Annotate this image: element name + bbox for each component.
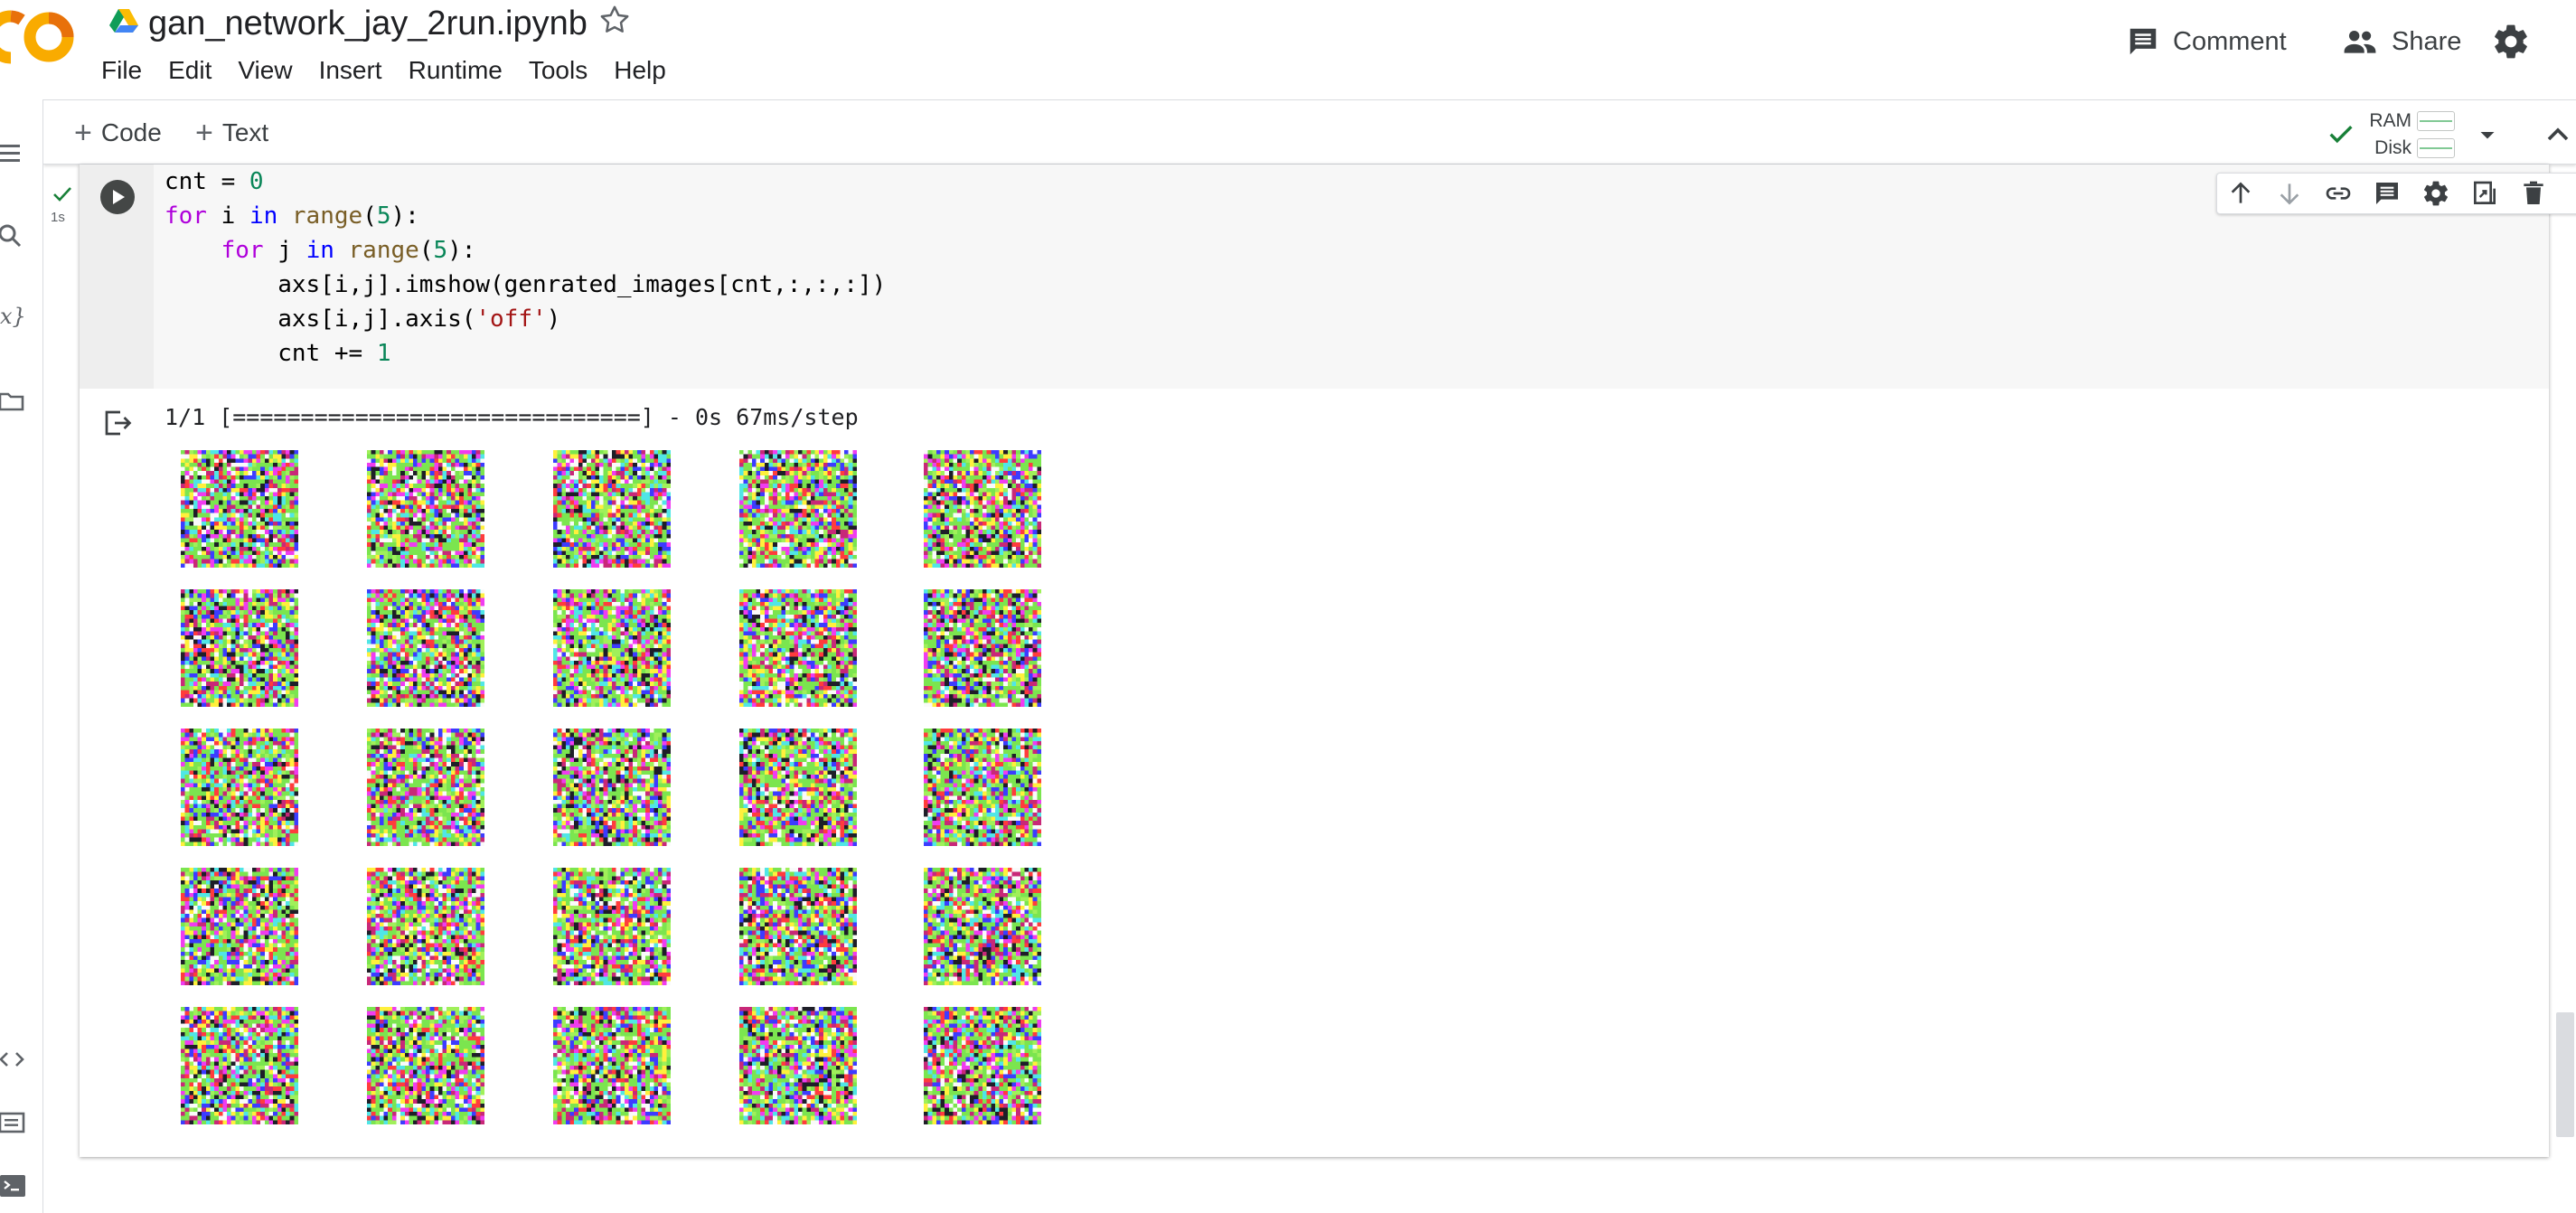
mirror-cell-icon[interactable] [2470,179,2499,208]
link-icon[interactable] [2324,179,2353,208]
generated-image [367,589,484,707]
resource-labels[interactable]: RAM Disk [2364,108,2411,162]
generated-image [924,450,1041,568]
generated-image [739,1007,857,1124]
notebook-toolbar: + Code + Text RAM Disk [43,99,2576,165]
cell-output: 1/1 [==============================] - 0… [80,389,2549,1157]
comment-button[interactable]: Comment [2126,20,2287,63]
generated-image [553,589,671,707]
checkmark-icon [53,187,71,202]
more-vert-icon[interactable] [2568,179,2576,208]
comment-label: Comment [2173,26,2287,56]
add-text-button[interactable]: + Text [195,115,268,151]
table-of-contents-icon[interactable] [0,137,27,170]
run-cell-icon[interactable] [98,177,137,217]
generated-image [181,868,298,985]
svg-text:x}: x} [0,304,26,329]
generated-image [181,450,298,568]
gear-icon[interactable] [2491,22,2531,61]
ram-label: RAM [2369,110,2411,131]
chevron-up-icon[interactable] [2540,117,2576,153]
generated-image [924,729,1041,846]
generated-image [367,868,484,985]
share-button[interactable]: Share [2341,20,2461,63]
menu-help[interactable]: Help [614,54,666,87]
comment-icon[interactable] [2373,179,2402,208]
google-drive-icon[interactable] [108,7,139,34]
add-code-label: Code [100,118,162,146]
output-actions-icon[interactable] [101,407,134,439]
command-palette-icon[interactable] [0,1106,27,1139]
chevron-down-icon[interactable] [2471,118,2504,151]
disk-label: Disk [2374,137,2411,158]
menu-bar: File Edit View Insert Runtime Tools Help [101,54,692,87]
menu-edit[interactable]: Edit [168,54,212,87]
folder-icon[interactable] [0,385,27,418]
generated-image [553,1007,671,1124]
plus-icon: + [74,115,92,150]
execution-time: 1s [51,210,65,225]
generated-image-grid [181,450,1045,1137]
variables-icon[interactable]: x} [0,300,27,333]
code-line: axs[i,j].axis('off') [165,306,561,333]
menu-tools[interactable]: Tools [529,54,588,87]
ram-meter [2417,111,2455,131]
generated-image [739,589,857,707]
generated-image [924,1007,1041,1124]
cell-toolbar [2216,173,2576,214]
people-icon [2344,30,2376,53]
gear-icon[interactable] [2421,179,2450,208]
notebook-title[interactable]: gan_network_jay_2run.ipynb [148,2,588,45]
share-label: Share [2392,26,2462,56]
colab-logo-icon[interactable] [0,9,78,65]
add-text-label: Text [221,118,269,146]
menu-insert[interactable]: Insert [319,54,382,87]
menu-runtime[interactable]: Runtime [409,54,503,87]
left-sidebar: x} [0,99,43,1213]
generated-image [367,729,484,846]
generated-image [924,868,1041,985]
code-line: cnt = 0 [165,168,264,195]
output-stdout: 1/1 [==============================] - 0… [165,404,859,430]
generated-image [181,1007,298,1124]
generated-image [924,589,1041,707]
code-cell[interactable]: 1s cnt = 0 for i in range(5): for j in r… [51,165,2576,1157]
code-snippets-icon[interactable] [0,1043,27,1076]
star-icon[interactable] [597,2,633,38]
app-header: gan_network_jay_2run.ipynb File Edit Vie… [0,0,2576,99]
comment-icon [2129,28,2157,55]
delete-icon[interactable] [2519,179,2548,208]
cell-gutter [80,165,154,389]
generated-image [739,868,857,985]
generated-image [181,729,298,846]
code-text[interactable]: cnt = 0 for i in range(5): for j in rang… [165,165,886,371]
code-line: for j in range(5): [221,237,476,264]
generated-image [367,1007,484,1124]
generated-image [739,450,857,568]
generated-image [739,729,857,846]
generated-image [367,450,484,568]
menu-view[interactable]: View [238,54,292,87]
generated-image [553,450,671,568]
search-icon[interactable] [0,221,27,253]
generated-image [553,729,671,846]
scrollbar-thumb[interactable] [2556,1012,2574,1137]
code-line: for i in range(5): [165,202,419,230]
generated-image [181,589,298,707]
code-editor[interactable]: cnt = 0 for i in range(5): for j in rang… [154,165,2576,389]
generated-image [553,868,671,985]
code-line: axs[i,j].imshow(genrated_images[cnt,:,:,… [165,271,887,298]
menu-file[interactable]: File [101,54,142,87]
move-down-icon[interactable] [2275,179,2304,208]
add-code-button[interactable]: + Code [74,115,162,151]
disk-meter [2417,138,2455,158]
checkmark-icon [2329,126,2353,144]
resource-meters[interactable] [2417,111,2457,165]
move-up-icon[interactable] [2226,179,2255,208]
code-line: cnt += 1 [165,340,391,367]
terminal-icon[interactable] [0,1170,27,1202]
plus-icon: + [195,115,213,150]
